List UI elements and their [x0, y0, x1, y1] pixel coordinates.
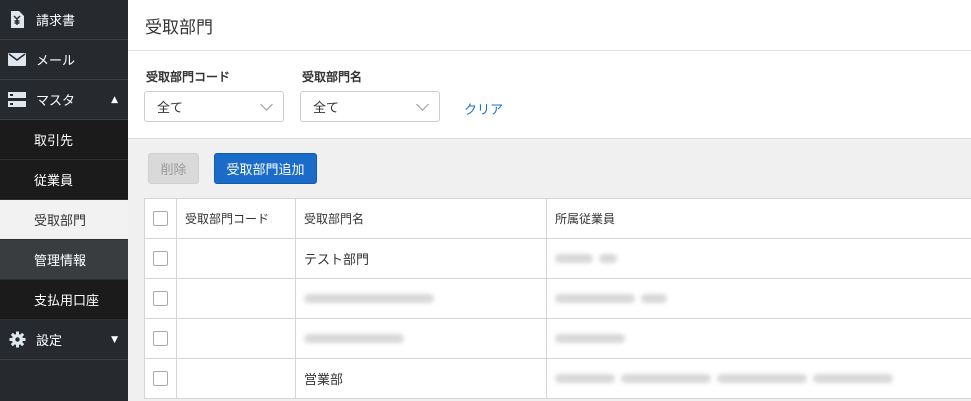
- nav-mail-label: メール: [36, 54, 76, 69]
- redacted-text: [304, 294, 434, 303]
- nav-master[interactable]: マスタ ▲: [0, 80, 128, 120]
- nav-settings[interactable]: 設定 ▼: [0, 320, 128, 360]
- select-all-checkbox[interactable]: [153, 211, 168, 226]
- row-select-cell: [144, 279, 177, 318]
- employees-cell: [547, 279, 971, 318]
- column-header-employees: 所属従業員: [555, 212, 616, 226]
- sidebar-item-label: 取引先: [34, 134, 74, 149]
- table-row[interactable]: テスト部門: [144, 239, 971, 279]
- delete-button[interactable]: 削除: [148, 153, 199, 184]
- yen-document-icon: [8, 11, 26, 29]
- row-select-cell: [144, 319, 177, 358]
- nav-invoice-label: 請求書: [36, 14, 76, 29]
- filter-panel: 受取部門コード 全て 受取部門名 全て クリア: [128, 51, 971, 138]
- redacted-text: [555, 294, 667, 303]
- table-header-row: 受取部門コード 受取部門名 所属従業員: [144, 199, 971, 239]
- departments-table: 受取部門コード 受取部門名 所属従業員 テスト部門 営業部: [144, 198, 971, 399]
- nav-settings-label: 設定: [36, 334, 63, 349]
- main-content: 受取部門 受取部門コード 全て 受取部門名 全て クリア 削除 受取部門追加 受…: [128, 0, 971, 401]
- row-select-cell: [144, 239, 177, 278]
- department-name-cell: [296, 319, 547, 358]
- sidebar: 請求書 メール マスタ ▲ 取引先 従業員 受取部門 管理情報 支払用口座 設定…: [0, 0, 128, 401]
- row-checkbox[interactable]: [153, 291, 168, 306]
- nav-mail[interactable]: メール: [0, 40, 128, 80]
- sidebar-item-label: 支払用口座: [34, 294, 100, 309]
- sidebar-item-employees[interactable]: 従業員: [0, 160, 128, 200]
- sidebar-item-management-info[interactable]: 管理情報: [0, 240, 128, 280]
- department-code-cell: [177, 359, 296, 398]
- chevron-down-icon: ▼: [111, 334, 118, 345]
- code-filter-label: 受取部門コード: [146, 70, 231, 84]
- sidebar-item-payment-account[interactable]: 支払用口座: [0, 280, 128, 320]
- sidebar-item-partners[interactable]: 取引先: [0, 120, 128, 160]
- row-checkbox[interactable]: [153, 371, 168, 386]
- nav-master-label: マスタ: [36, 94, 76, 109]
- name-filter-select[interactable]: 全て: [300, 91, 440, 122]
- redacted-text: [555, 254, 617, 263]
- nav-invoice[interactable]: 請求書: [0, 0, 128, 40]
- app-root: 請求書 メール マスタ ▲ 取引先 従業員 受取部門 管理情報 支払用口座 設定…: [0, 0, 971, 401]
- sidebar-item-label: 受取部門: [34, 214, 87, 229]
- sidebar-item-receiving-departments[interactable]: 受取部門: [0, 200, 128, 240]
- sidebar-item-label: 管理情報: [34, 254, 87, 269]
- code-filter-value: 全て: [157, 101, 184, 116]
- column-header-name[interactable]: 受取部門名: [296, 199, 547, 238]
- list-panel: 削除 受取部門追加 受取部門コード 受取部門名 所属従業員 テスト部門 営業部: [128, 138, 971, 401]
- table-row[interactable]: 営業部: [144, 359, 971, 399]
- mail-icon: [8, 51, 26, 69]
- redacted-text: [304, 334, 404, 343]
- department-name-cell: 営業部: [296, 359, 547, 398]
- column-header-code[interactable]: 受取部門コード: [177, 199, 296, 238]
- server-icon: [8, 91, 26, 109]
- gear-icon: [8, 331, 26, 349]
- chevron-down-icon: [416, 98, 429, 111]
- sidebar-item-label: 従業員: [34, 174, 74, 189]
- chevron-down-icon: [260, 98, 273, 111]
- employees-cell: [547, 359, 971, 398]
- row-checkbox[interactable]: [153, 331, 168, 346]
- row-checkbox[interactable]: [153, 251, 168, 266]
- table-row[interactable]: [144, 319, 971, 359]
- redacted-text: [555, 374, 893, 383]
- department-name-cell: [296, 279, 547, 318]
- name-filter-value: 全て: [313, 101, 340, 116]
- department-name-cell: テスト部門: [296, 239, 547, 278]
- clear-link[interactable]: クリア: [464, 99, 503, 118]
- row-select-cell: [144, 359, 177, 398]
- department-code-cell: [177, 319, 296, 358]
- employees-cell: [547, 319, 971, 358]
- page-title: 受取部門: [128, 0, 971, 51]
- code-filter-select[interactable]: 全て: [144, 91, 284, 122]
- add-department-button[interactable]: 受取部門追加: [214, 153, 317, 184]
- select-all-cell: [144, 199, 177, 238]
- department-code-cell: [177, 279, 296, 318]
- name-filter-label: 受取部門名: [302, 70, 363, 84]
- department-code-cell: [177, 239, 296, 278]
- employees-cell: [547, 239, 971, 278]
- table-row[interactable]: [144, 279, 971, 319]
- chevron-up-icon: ▲: [111, 94, 118, 105]
- redacted-text: [555, 334, 625, 343]
